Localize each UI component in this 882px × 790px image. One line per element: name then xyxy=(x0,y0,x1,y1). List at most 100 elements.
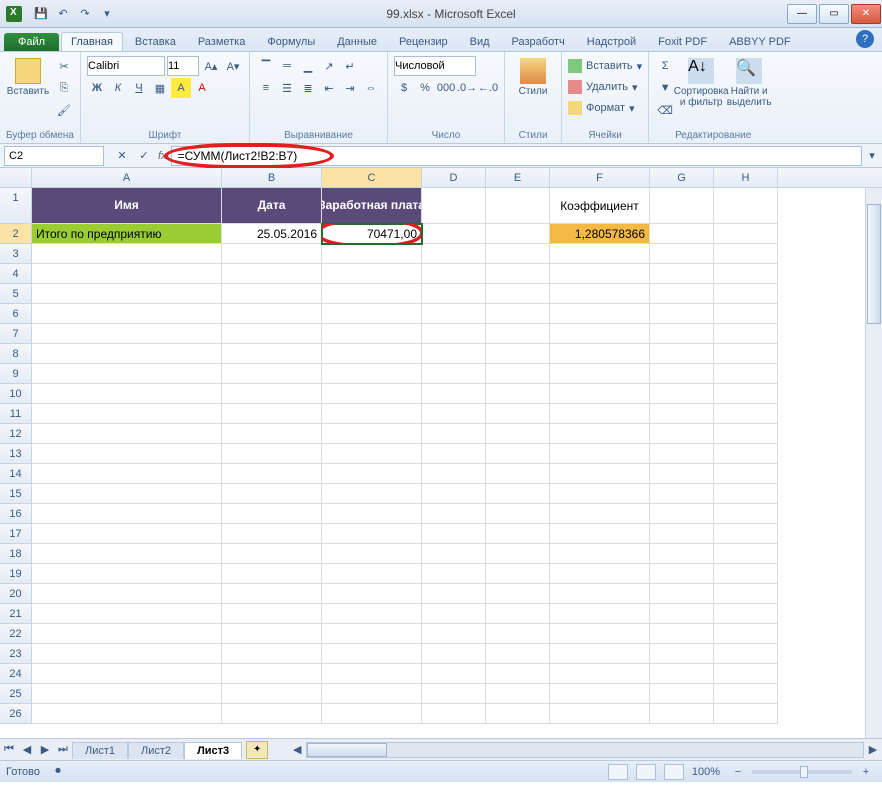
cell[interactable] xyxy=(550,404,650,424)
cell[interactable] xyxy=(32,404,222,424)
cell[interactable] xyxy=(550,284,650,304)
cell[interactable] xyxy=(650,484,714,504)
paste-button[interactable]: Вставить xyxy=(6,56,50,128)
zoom-slider[interactable] xyxy=(752,770,852,774)
cancel-formula-button[interactable]: ✕ xyxy=(112,146,132,166)
scroll-right-button[interactable]: ▶ xyxy=(864,741,882,759)
cell[interactable] xyxy=(32,644,222,664)
sort-filter-button[interactable]: A↓ Сортировка и фильтр xyxy=(679,56,723,128)
horizontal-scrollbar[interactable]: ◀ ▶ xyxy=(288,741,882,759)
cell[interactable] xyxy=(486,604,550,624)
cell[interactable] xyxy=(714,244,778,264)
sheet-tab-3[interactable]: Лист3 xyxy=(184,742,242,759)
row-header-1[interactable]: 1 xyxy=(0,188,32,224)
tab-data[interactable]: Данные xyxy=(327,32,387,51)
cell-C2[interactable]: 70471,00 xyxy=(322,224,422,244)
styles-button[interactable]: Стили xyxy=(511,56,555,128)
col-header-C[interactable]: C xyxy=(322,168,422,187)
cell[interactable] xyxy=(486,664,550,684)
cell[interactable] xyxy=(650,544,714,564)
row-header[interactable]: 4 xyxy=(0,264,32,284)
col-header-D[interactable]: D xyxy=(422,168,486,187)
cell[interactable] xyxy=(550,664,650,684)
cell[interactable] xyxy=(550,364,650,384)
cell[interactable] xyxy=(422,364,486,384)
cell[interactable] xyxy=(422,484,486,504)
cell[interactable] xyxy=(322,344,422,364)
cell[interactable] xyxy=(222,624,322,644)
cell[interactable] xyxy=(322,304,422,324)
row-header[interactable]: 16 xyxy=(0,504,32,524)
cell[interactable] xyxy=(486,404,550,424)
cell[interactable] xyxy=(422,584,486,604)
cell-C1[interactable]: Заработная плата xyxy=(322,188,422,224)
cell[interactable] xyxy=(32,604,222,624)
font-color-button[interactable]: A xyxy=(192,78,212,98)
cell[interactable] xyxy=(32,584,222,604)
cell-A1[interactable]: Имя xyxy=(32,188,222,224)
cell[interactable] xyxy=(650,524,714,544)
save-button[interactable]: 💾 xyxy=(32,5,50,23)
cell[interactable] xyxy=(422,344,486,364)
cell[interactable] xyxy=(322,524,422,544)
cell[interactable] xyxy=(550,644,650,664)
scrollbar-thumb[interactable] xyxy=(867,204,881,324)
cell[interactable] xyxy=(222,324,322,344)
row-header[interactable]: 6 xyxy=(0,304,32,324)
cell-D1[interactable] xyxy=(422,188,486,224)
cell[interactable] xyxy=(222,604,322,624)
cell[interactable] xyxy=(650,244,714,264)
cell[interactable] xyxy=(322,244,422,264)
cell[interactable] xyxy=(32,284,222,304)
cell[interactable] xyxy=(322,464,422,484)
cell[interactable] xyxy=(714,624,778,644)
comma-button[interactable]: 000 xyxy=(436,78,456,98)
tab-abbyy[interactable]: ABBYY PDF xyxy=(719,32,801,51)
cell[interactable] xyxy=(650,424,714,444)
cell[interactable] xyxy=(222,404,322,424)
cell[interactable] xyxy=(32,664,222,684)
cell[interactable] xyxy=(550,324,650,344)
cell[interactable] xyxy=(422,284,486,304)
cell[interactable] xyxy=(322,544,422,564)
fx-icon[interactable]: fx xyxy=(158,150,167,162)
fill-color-button[interactable]: A xyxy=(171,78,191,98)
cell[interactable] xyxy=(714,684,778,704)
cell[interactable] xyxy=(32,564,222,584)
zoom-out-button[interactable]: − xyxy=(728,762,748,782)
sheet-tab-1[interactable]: Лист1 xyxy=(72,742,128,759)
cell[interactable] xyxy=(714,324,778,344)
cells-area[interactable]: Имя Дата Заработная плата Коэффициент Ит… xyxy=(32,188,778,724)
cell[interactable] xyxy=(486,384,550,404)
cell[interactable] xyxy=(322,504,422,524)
tab-addins[interactable]: Надстрой xyxy=(577,32,646,51)
cell[interactable] xyxy=(714,404,778,424)
align-bottom-button[interactable]: ▁ xyxy=(298,56,318,76)
cell[interactable] xyxy=(486,524,550,544)
cell[interactable] xyxy=(650,604,714,624)
cell[interactable] xyxy=(222,444,322,464)
cell-E1[interactable] xyxy=(486,188,550,224)
tab-view[interactable]: Вид xyxy=(460,32,500,51)
cell[interactable] xyxy=(650,664,714,684)
cell[interactable] xyxy=(714,644,778,664)
cell[interactable] xyxy=(650,364,714,384)
maximize-button[interactable]: ▭ xyxy=(819,4,849,24)
cell[interactable] xyxy=(222,524,322,544)
col-header-G[interactable]: G xyxy=(650,168,714,187)
cell[interactable] xyxy=(322,404,422,424)
cell[interactable] xyxy=(422,564,486,584)
cell[interactable] xyxy=(422,684,486,704)
cell[interactable] xyxy=(650,284,714,304)
cell[interactable] xyxy=(422,404,486,424)
cell[interactable] xyxy=(486,564,550,584)
cell[interactable] xyxy=(714,344,778,364)
qat-more-icon[interactable]: ▾ xyxy=(98,5,116,23)
cell[interactable] xyxy=(486,284,550,304)
cell[interactable] xyxy=(222,564,322,584)
cell[interactable] xyxy=(550,564,650,584)
cell-H2[interactable] xyxy=(714,224,778,244)
cell[interactable] xyxy=(650,704,714,724)
cell[interactable] xyxy=(550,704,650,724)
cell[interactable] xyxy=(714,664,778,684)
